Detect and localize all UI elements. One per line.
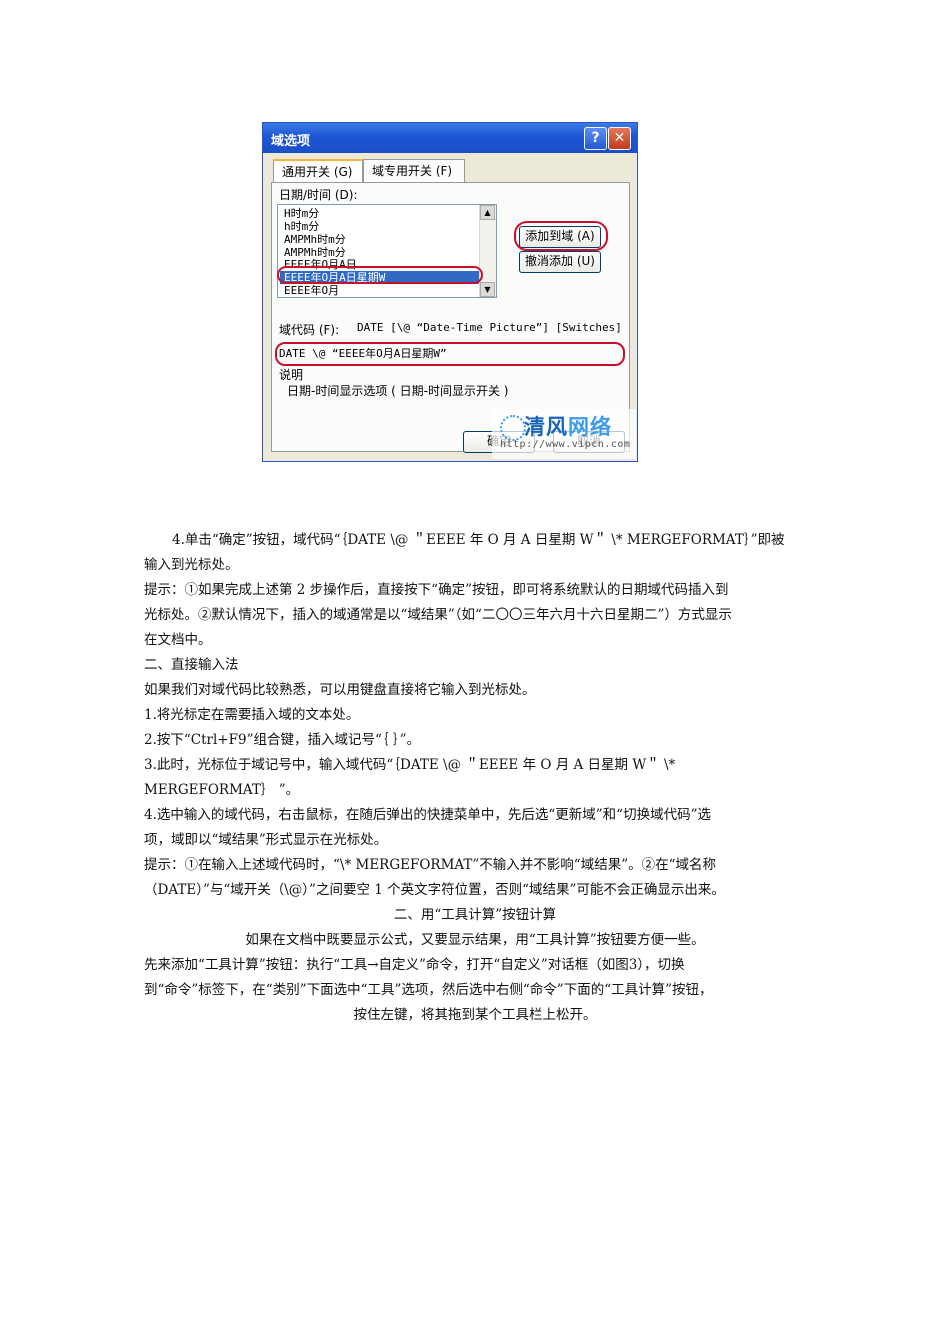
paragraph-tool-calc-steps-end: 按住左键，将其拖到某个工具栏上松开。 [353, 1007, 597, 1023]
list-item[interactable]: AMPMh时m分 [284, 233, 346, 246]
paragraph-direct-intro: 如果我们对域代码比较熟悉，可以用键盘直接将它输入到光标处。 [144, 682, 536, 698]
watermark-url: http://www.vipcn.com [500, 439, 631, 450]
description-label: 说明 [279, 368, 304, 382]
paragraph-direct-step1: 1.将光标定在需要插入域的文本处。 [144, 707, 360, 723]
paragraph-tip1-end: 在文档中。 [144, 632, 212, 648]
help-icon[interactable]: ? [584, 127, 607, 150]
watermark: 清风网络 http://www.vipcn.com [492, 409, 636, 459]
list-item[interactable]: h时m分 [284, 220, 319, 233]
paragraph-step4-cont: 输入到光标处。 [144, 557, 239, 573]
datetime-label: 日期/时间 (D): [279, 188, 358, 202]
paragraph-tip2-cont: （DATE）”与“域开关（\@）”之间要空 1 个英文字符位置，否则“域结果”可… [144, 882, 725, 898]
section-heading-tool-calc: 二、用“工具计算”按钮计算 [393, 907, 557, 923]
scroll-down-icon[interactable]: ▼ [480, 282, 495, 297]
highlight-ring-list [277, 266, 483, 284]
highlight-ring-fieldcode [275, 342, 625, 366]
undo-add-button[interactable]: 撤消添加 (U) [519, 251, 601, 273]
paragraph-tip2: 提示：①在输入上述域代码时，“\* MERGEFORMAT”不输入并不影响“域结… [144, 857, 717, 873]
field-options-dialog-screenshot: 域选项 ? ✕ 通用开关 (G) 域专用开关 (F) 日期/时间 (D): H时… [262, 122, 638, 462]
highlight-ring-add [514, 221, 608, 251]
fieldcode-label: 域代码 (F): [279, 323, 340, 337]
list-scrollbar[interactable]: ▲ ▼ [479, 205, 496, 297]
scroll-up-icon[interactable]: ▲ [480, 205, 495, 220]
dialog-titlebar: 域选项 ? ✕ [263, 123, 637, 153]
paragraph-step4: 4.单击“确定”按钮，域代码“｛DATE \@ ＂EEEE 年 O 月 A 日星… [172, 532, 785, 548]
watermark-logo-icon [500, 415, 526, 441]
paragraph-tool-calc-steps: 先来添加“工具计算”按钮：执行“工具→自定义”命令，打开“自定义”对话框（如图3… [144, 957, 685, 973]
paragraph-direct-step3: 3.此时，光标位于域记号中，输入域代码“｛DATE \@ ＂EEEE 年 O 月… [144, 757, 676, 773]
paragraph-direct-step4: 4.选中输入的域代码，右击鼠标，在随后弹出的快捷菜单中，先后选“更新域”和“切换… [144, 807, 711, 823]
section-heading-direct-input: 二、直接输入法 [144, 657, 239, 673]
list-item[interactable]: H时m分 [284, 207, 319, 220]
watermark-brand: 清风网络 [524, 415, 612, 439]
fieldcode-syntax: DATE [\@ “Date-Time Picture”] [Switches] [357, 321, 622, 334]
list-item[interactable]: EEEE年O月 [284, 284, 339, 297]
dialog-title: 域选项 [271, 134, 311, 149]
paragraph-tip1: 提示：①如果完成上述第 2 步操作后，直接按下“确定”按钮，即可将系统默认的日期… [144, 582, 729, 598]
paragraph-direct-step4-cont: 项，域即以“域结果”形式显示在光标处。 [144, 832, 388, 848]
description-text: 日期-时间显示选项 ( 日期-时间显示开关 ) [287, 384, 509, 398]
paragraph-tool-calc-intro: 如果在文档中既要显示公式，又要显示结果，用“工具计算”按钮要方便一些。 [245, 932, 705, 948]
paragraph-direct-step2: 2.按下“Ctrl+F9”组合键，插入域记号“｛ ｝”。 [144, 732, 421, 748]
close-icon[interactable]: ✕ [608, 127, 631, 150]
paragraph-tip1-cont: 光标处。②默认情况下，插入的域通常是以“域结果”（如“二〇〇三年六月十六日星期二… [144, 607, 732, 623]
dialog-tabs: 通用开关 (G) 域专用开关 (F) [271, 159, 631, 185]
tab-field-specific-switches[interactable]: 域专用开关 (F) [363, 159, 465, 182]
paragraph-direct-step3-cont: MERGEFORMAT｝ ”。 [144, 782, 300, 798]
paragraph-tool-calc-steps-cont: 到“命令”标签下，在“类别”下面选中“工具”选项，然后选中右侧“命令”下面的“工… [144, 982, 713, 998]
